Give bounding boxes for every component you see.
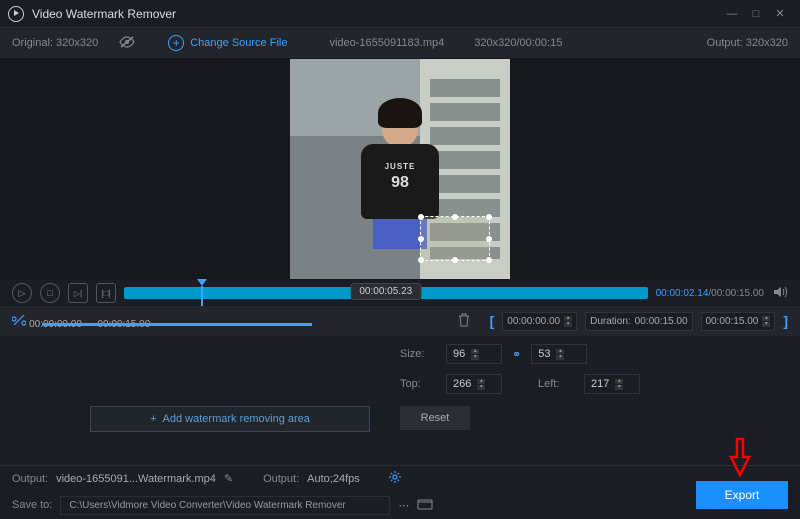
link-aspect-icon[interactable]: ⚭ xyxy=(512,348,521,361)
source-dims-time: 320x320/00:00:15 xyxy=(474,37,562,49)
save-to-label: Save to: xyxy=(12,499,52,511)
export-button[interactable]: Export xyxy=(696,481,788,509)
app-title: Video Watermark Remover xyxy=(32,7,720,21)
spin-up[interactable]: ▴ xyxy=(564,316,572,321)
size-height-input[interactable]: 53▴▾ xyxy=(531,344,587,364)
change-source-label: Change Source File xyxy=(190,37,287,49)
spin-down[interactable]: ▾ xyxy=(762,322,770,327)
start-time-input[interactable]: 00:00:00.00 ▴▾ xyxy=(502,312,577,331)
video-preview[interactable]: JUSTE 98 xyxy=(0,58,800,280)
handle-bot-left[interactable] xyxy=(418,257,424,263)
segment-bar[interactable] xyxy=(42,323,312,326)
handle-bot-right[interactable] xyxy=(486,257,492,263)
playhead-marker[interactable] xyxy=(197,279,207,286)
top-input[interactable]: 266▴▾ xyxy=(446,374,502,394)
end-time-input[interactable]: 00:00:15.00 ▴▾ xyxy=(701,312,776,331)
output-settings-row: Output: video-1655091...Watermark.mp4 ✎ … xyxy=(0,465,800,491)
left-label: Left: xyxy=(538,378,574,390)
segment-row: 00:00:00.00 — 00:00:15.00 [ 00:00:00.00 … xyxy=(0,306,800,336)
output-format-label: Output: xyxy=(263,473,299,485)
capture-button[interactable]: [□] xyxy=(96,283,116,303)
add-watermark-area-button[interactable]: + Add watermark removing area xyxy=(90,406,370,432)
delete-segment-icon[interactable] xyxy=(458,313,470,330)
maximize-button[interactable]: □ xyxy=(744,4,768,24)
handle-mid-left[interactable] xyxy=(418,236,424,242)
playback-controls: ▷ □ ▷| [□] 00:00:05.23 00:00:02.14/00:00… xyxy=(0,280,800,306)
more-options-icon[interactable]: ⋯ xyxy=(398,499,409,512)
save-path-input[interactable]: C:\Users\Vidmore Video Converter\Video W… xyxy=(60,496,390,515)
plus-icon: + xyxy=(150,413,156,425)
step-forward-button[interactable]: ▷| xyxy=(68,283,88,303)
output-filename: video-1655091...Watermark.mp4 xyxy=(56,473,216,485)
time-total: /00:00:15.00 xyxy=(708,288,764,299)
spin-down[interactable]: ▾ xyxy=(564,322,572,327)
bracket-right-icon[interactable]: ] xyxy=(783,313,788,329)
original-dimensions: Original: 320x320 xyxy=(12,37,98,49)
arrow-annotation xyxy=(728,437,752,477)
video-frame: JUSTE 98 xyxy=(290,59,510,279)
handle-mid-right[interactable] xyxy=(486,236,492,242)
top-label: Top: xyxy=(400,378,436,390)
titlebar: Video Watermark Remover — □ ✕ xyxy=(0,0,800,28)
watermark-params: Size: 96▴▾ ⚭ 53▴▾ Top: 266▴▾ Left: 217▴▾ xyxy=(0,336,800,402)
play-button[interactable]: ▷ xyxy=(12,283,32,303)
stop-button[interactable]: □ xyxy=(40,283,60,303)
volume-icon[interactable] xyxy=(772,285,788,302)
size-width-input[interactable]: 96▴▾ xyxy=(446,344,502,364)
browse-folder-icon[interactable] xyxy=(417,498,433,513)
save-location-row: Save to: C:\Users\Vidmore Video Converte… xyxy=(0,491,800,519)
output-settings-icon[interactable] xyxy=(388,470,402,487)
toolbar: Original: 320x320 + Change Source File v… xyxy=(0,28,800,58)
handle-top-mid[interactable] xyxy=(452,214,458,220)
segment-icon xyxy=(12,318,29,330)
time-display: 00:00:02.14/00:00:15.00 xyxy=(656,288,764,299)
timeline-scrubber[interactable]: 00:00:05.23 xyxy=(124,287,648,299)
timeline-tooltip: 00:00:05.23 xyxy=(350,283,421,300)
shirt-text: JUSTE xyxy=(361,162,439,171)
output-format: Auto;24fps xyxy=(307,473,360,485)
output-dimensions: Output: 320x320 xyxy=(707,37,788,49)
output-file-label: Output: xyxy=(12,473,48,485)
visibility-toggle-icon[interactable] xyxy=(118,35,136,52)
reset-button[interactable]: Reset xyxy=(400,406,470,430)
size-label: Size: xyxy=(400,348,436,360)
minimize-button[interactable]: — xyxy=(720,4,744,24)
app-logo-icon xyxy=(8,6,24,22)
handle-top-left[interactable] xyxy=(418,214,424,220)
handle-top-right[interactable] xyxy=(486,214,492,220)
bracket-left-icon[interactable]: [ xyxy=(490,313,495,329)
left-input[interactable]: 217▴▾ xyxy=(584,374,640,394)
duration-input[interactable]: Duration:00:00:15.00 xyxy=(585,312,692,331)
spin-up[interactable]: ▴ xyxy=(762,316,770,321)
shirt-number: 98 xyxy=(361,174,439,192)
source-filename: video-1655091183.mp4 xyxy=(329,37,444,49)
change-source-button[interactable]: + Change Source File xyxy=(168,35,287,51)
handle-bot-mid[interactable] xyxy=(452,257,458,263)
plus-circle-icon: + xyxy=(168,35,184,51)
close-button[interactable]: ✕ xyxy=(768,4,792,24)
time-current: 00:00:02.14 xyxy=(656,288,709,299)
watermark-selection-box[interactable] xyxy=(420,216,490,261)
edit-filename-icon[interactable]: ✎ xyxy=(224,472,233,485)
